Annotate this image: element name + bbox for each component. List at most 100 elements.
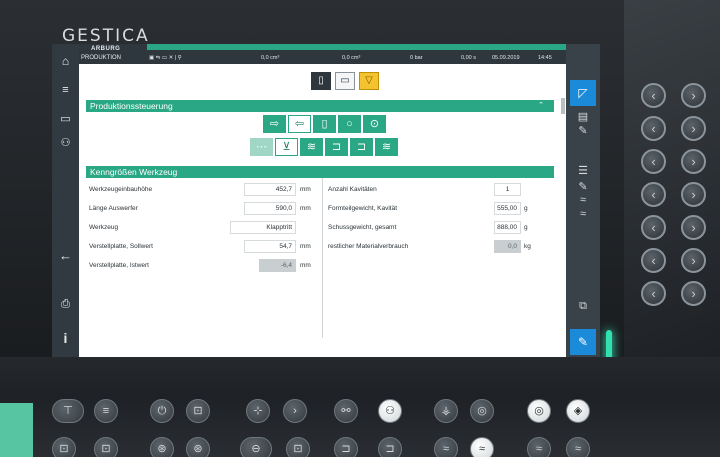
scrollbar[interactable] (561, 98, 565, 114)
manual-key[interactable]: ⊹ (246, 399, 270, 423)
left-arrow-key[interactable]: ‹ (641, 149, 666, 174)
mold-name-field[interactable]: Klapptritt (230, 221, 296, 234)
brand-label: GESTICA (62, 26, 150, 46)
arburg-logo: ARBURG (91, 46, 121, 52)
left-arrow-key[interactable]: ‹ (641, 215, 666, 240)
hopper-key[interactable]: ⊡ (52, 437, 76, 457)
ejector-key[interactable]: ⚯ (334, 399, 358, 423)
ejector-back-icon[interactable]: ⇦ (288, 115, 311, 133)
mold-safety-icon[interactable]: ▭ (335, 72, 355, 90)
right-key-panel: ‹ › ‹ › ‹ › ‹ › ‹ › ‹ › ‹ › (624, 0, 720, 400)
cushion-readout: 0,0 cm³ (342, 55, 361, 61)
tool-key[interactable]: ⊡ (286, 437, 310, 457)
conveyor-key[interactable]: ⊖ (240, 437, 272, 457)
part-weight-field[interactable]: 555,00 (494, 202, 521, 215)
info-icon[interactable]: i (52, 330, 79, 346)
screenshot-icon[interactable]: ✎ (570, 329, 596, 355)
nozzle-icon[interactable]: ⋯ (250, 138, 273, 156)
chevron-right-icon[interactable]: › (283, 399, 307, 423)
nozzle-key[interactable]: ⊤ (52, 399, 84, 423)
list-icon[interactable]: ☰ (566, 164, 600, 177)
temp-2-key[interactable]: ≈ (566, 437, 590, 457)
right-arrow-key[interactable]: › (681, 149, 706, 174)
screw-icon[interactable]: ≋ (300, 138, 323, 156)
production-mode-icon[interactable]: ◸ (570, 80, 596, 106)
heating-2-icon[interactable]: ⊐ (350, 138, 373, 156)
cycle-icon[interactable]: ○ (338, 115, 361, 133)
screw-key[interactable]: ≡ (94, 399, 118, 423)
screen-icon[interactable]: ▤ (566, 110, 600, 123)
ejector-forward-icon[interactable]: ⇨ (263, 115, 286, 133)
time-readout: 14:45 (538, 55, 552, 61)
section-header-production[interactable]: Produktionssteuerung ⌃ (86, 100, 554, 112)
right-arrow-key[interactable]: › (681, 248, 706, 273)
left-arrow-key[interactable]: ‹ (641, 248, 666, 273)
injection-key[interactable]: ⚶ (434, 399, 458, 423)
cavity-count-field[interactable]: 1 (494, 183, 521, 196)
right-arrow-key[interactable]: › (681, 83, 706, 108)
unit-label: mm (300, 243, 311, 250)
bottom-key-panel: ⊤ ≡ ⏻ ⊡ ⊹ › ⚯ ⚇ ⚶ ◎ ◎ ◈ ⊡ ⊡ ⊛ ⊛ ⊖ ⊡ ⊐ ⊐ … (0, 357, 720, 457)
operating-mode: PRODUKTION (81, 55, 122, 61)
mold-icon[interactable]: ▭ (52, 112, 79, 125)
material-remaining-value: 0,0 (494, 240, 521, 253)
mold-height-field[interactable]: 452,7 (244, 183, 296, 196)
cycle-time-readout: 0,00 s (461, 55, 476, 61)
unit-label: g (524, 205, 528, 212)
section-header-tool: Kenngrößen Werkzeug (86, 166, 554, 178)
left-arrow-key[interactable]: ‹ (641, 281, 666, 306)
mold-open-icon[interactable]: ▯ (313, 115, 336, 133)
auto-icon[interactable]: ⊙ (363, 115, 386, 133)
dosing-key[interactable]: ◎ (470, 399, 494, 423)
door-icon[interactable]: ▯ (311, 72, 331, 90)
temp-key[interactable]: ≈ (527, 437, 551, 457)
mold-key[interactable]: ⊡ (94, 437, 118, 457)
column-divider (322, 178, 323, 338)
wave-icon[interactable]: ≈ (566, 194, 600, 206)
chevron-up-icon[interactable]: ⌃ (538, 100, 544, 112)
right-arrow-key[interactable]: › (681, 116, 706, 141)
pen-icon[interactable]: ✎ (566, 124, 600, 137)
clamp-open-key[interactable]: ⊐ (334, 437, 358, 457)
cycle-start-key[interactable]: ◎ (527, 399, 551, 423)
pressure-readout: 0 bar (410, 55, 423, 61)
back-arrow-icon[interactable]: ← (52, 248, 79, 263)
heating-icon[interactable]: ⊐ (325, 138, 348, 156)
right-arrow-key[interactable]: › (681, 281, 706, 306)
status-bar: ARBURG PRODUKTION ▣ ⇋ ▭ ✕ | ⚲ 0,0 cm³ 0,… (79, 44, 566, 64)
section-title: Kenngrößen Werkzeug (90, 167, 178, 177)
toolbar-strip: ▯ ▭ ▽ (79, 64, 566, 97)
copy-icon[interactable]: ⧉ (566, 300, 600, 313)
param-label: Werkzeugeinbauhöhe (89, 186, 153, 193)
home-icon[interactable]: ⌂ (52, 54, 79, 68)
print-icon[interactable]: ⎙ (52, 298, 79, 311)
power-icon[interactable]: ⏻ (150, 399, 174, 423)
stop-key[interactable]: ◈ (566, 399, 590, 423)
temperature-icon[interactable]: ≋ (375, 138, 398, 156)
edit-icon[interactable]: ✎ (566, 180, 600, 193)
shot-weight-field[interactable]: 888,00 (494, 221, 521, 234)
wave-edit-icon[interactable]: ≈ (566, 208, 600, 220)
param-label: Anzahl Kavitäten (328, 186, 377, 193)
ejector-length-field[interactable]: 590,0 (244, 202, 296, 215)
injection-unit-icon[interactable]: ⊻ (275, 138, 298, 156)
warning-icon[interactable]: ▽ (359, 72, 379, 90)
param-label: Werkzeug (89, 224, 119, 231)
heater-key[interactable]: ⊛ (186, 437, 210, 457)
menu-icon[interactable]: ≡ (52, 84, 79, 96)
clamp-close-key[interactable]: ⊐ (378, 437, 402, 457)
param-label: Länge Auswerfer (89, 205, 138, 212)
right-arrow-key[interactable]: › (681, 215, 706, 240)
wave-key[interactable]: ≈ (434, 437, 458, 457)
pump-key[interactable]: ⊛ (150, 437, 174, 457)
left-arrow-key[interactable]: ‹ (641, 116, 666, 141)
left-arrow-key[interactable]: ‹ (641, 83, 666, 108)
program-key[interactable]: ⊡ (186, 399, 210, 423)
core-key[interactable]: ⚇ (378, 399, 402, 423)
left-arrow-key[interactable]: ‹ (641, 182, 666, 207)
wave-active-key[interactable]: ≈ (470, 437, 494, 457)
injection-unit-icon[interactable]: ⚇ (52, 136, 79, 149)
platen-setpoint-field[interactable]: 54,7 (244, 240, 296, 253)
teal-panel-edge (0, 403, 33, 457)
right-arrow-key[interactable]: › (681, 182, 706, 207)
